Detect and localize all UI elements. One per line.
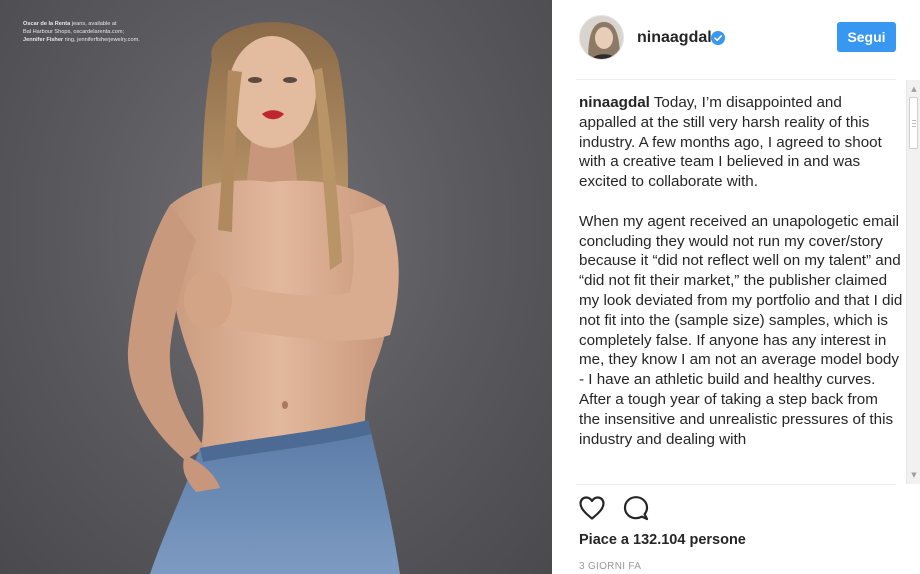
scroll-up-arrow-icon[interactable]: ▲ <box>907 82 920 96</box>
credits-brand-2: Jennifer Fisher <box>23 37 64 43</box>
follow-button[interactable]: Segui <box>837 22 896 52</box>
caption-paragraph-2: When my agent received an unapologetic e… <box>579 212 903 389</box>
credits-text-3: ring, jenniferfisherjewelry.com. <box>63 37 140 43</box>
scroll-down-arrow-icon[interactable]: ▼ <box>907 468 920 482</box>
credits-brand-1: Oscar de la Renta <box>23 21 71 27</box>
post-timestamp[interactable]: 3 GIORNI FA <box>579 561 641 572</box>
header-divider <box>576 79 896 80</box>
actions-divider <box>576 484 896 485</box>
comment-bubble-icon[interactable] <box>622 494 650 522</box>
username-link[interactable]: ninaagdal <box>637 29 712 47</box>
heart-icon[interactable] <box>578 494 606 522</box>
avatar[interactable] <box>579 15 624 60</box>
caption-scrollbar[interactable]: ▲ ▼ <box>906 80 920 484</box>
model-photo-illustration <box>127 22 400 574</box>
post-header: ninaagdal Segui <box>552 0 920 79</box>
scrollbar-thumb[interactable] <box>909 97 918 149</box>
credits-text-2: Bal Harbour Shops, oscardelarenta.com; <box>23 29 125 35</box>
verified-badge-icon <box>711 31 725 45</box>
likes-count[interactable]: Piace a 132.104 persone <box>579 532 746 548</box>
post-side-panel: ninaagdal Segui ninaagdal Today, I’m dis… <box>552 0 920 574</box>
photo-credits: Oscar de la Renta jeans, available at Ba… <box>23 20 158 44</box>
avatar-image <box>580 16 623 59</box>
caption-text: ninaagdal Today, I’m disappointed and ap… <box>579 93 903 483</box>
post-photo[interactable]: Oscar de la Renta jeans, available at Ba… <box>0 0 552 574</box>
credits-text-1: jeans, available at <box>70 21 117 27</box>
caption-paragraph-3: After a tough year of taking a step back… <box>579 390 894 448</box>
caption-username-link[interactable]: ninaagdal <box>579 94 650 111</box>
